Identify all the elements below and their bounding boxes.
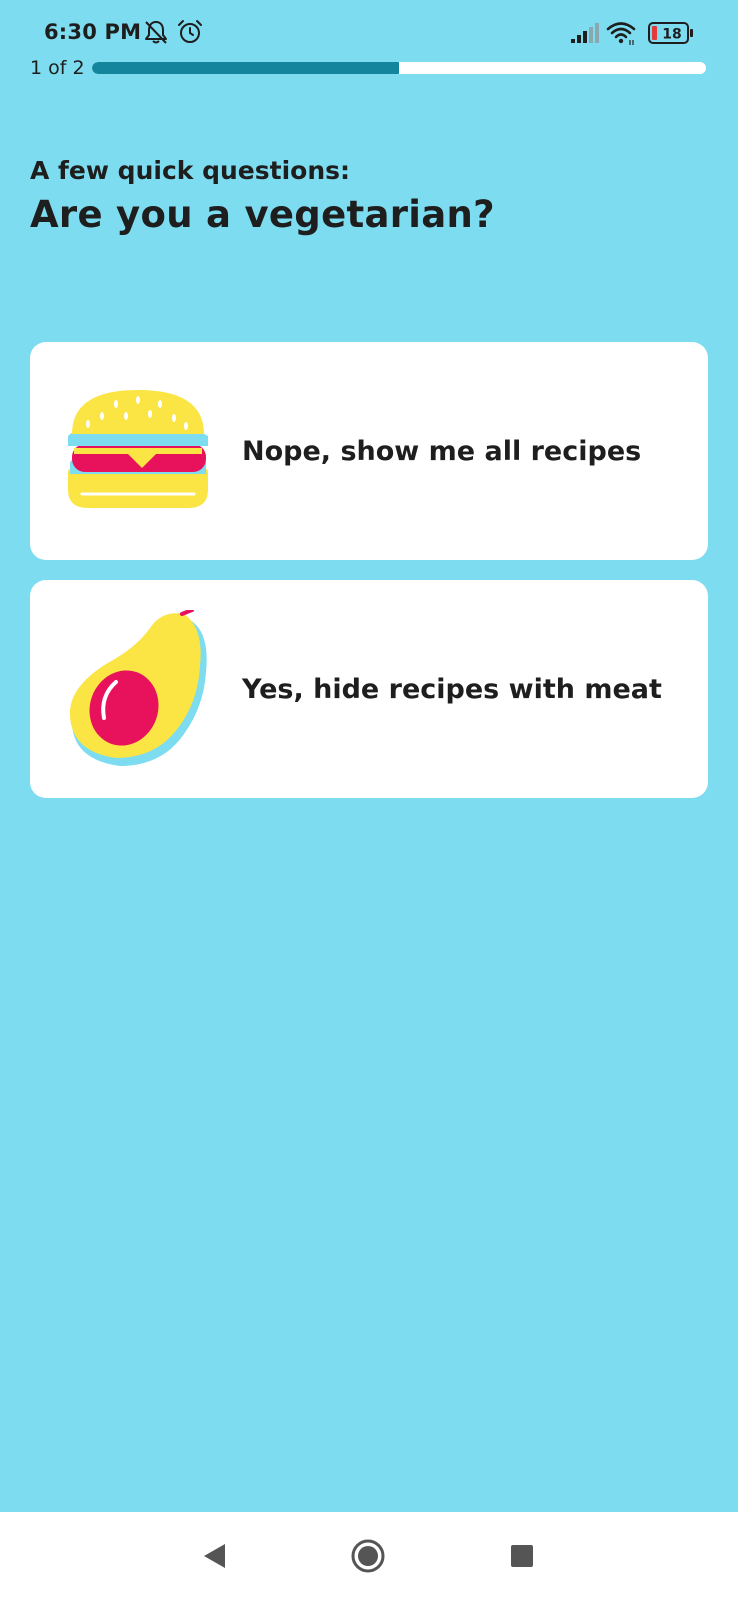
- burger-icon: [68, 390, 208, 508]
- home-icon: [351, 1539, 385, 1573]
- option-all-recipes[interactable]: Nope, show me all recipes: [30, 342, 708, 560]
- page-title: Are you a vegetarian?: [30, 193, 495, 236]
- progress-indicator: 1 of 2: [28, 56, 710, 84]
- option-hide-meat[interactable]: Yes, hide recipes with meat: [30, 580, 708, 798]
- alarm-icon: [178, 20, 202, 43]
- progress-bar: [92, 62, 706, 74]
- recents-icon: [511, 1545, 533, 1567]
- battery-icon: 18: [648, 22, 693, 44]
- back-icon: [204, 1544, 225, 1568]
- wifi-icon: [606, 22, 636, 45]
- back-button[interactable]: [192, 1534, 236, 1578]
- status-time: 6:30 PM: [44, 20, 142, 44]
- battery-level: 18: [662, 27, 681, 43]
- option-all-recipes-label: Nope, show me all recipes: [242, 435, 642, 467]
- status-bar: 6:30 PM 18: [0, 0, 738, 56]
- signal-icon: [571, 23, 599, 43]
- page-subtitle: A few quick questions:: [30, 156, 350, 185]
- bell-off-icon: [145, 21, 167, 44]
- progress-label: 1 of 2: [30, 57, 85, 79]
- system-nav-bar: [0, 1512, 738, 1600]
- avocado-icon: [69, 610, 207, 766]
- progress-fill: [92, 62, 399, 74]
- recents-button[interactable]: [500, 1534, 544, 1578]
- home-button[interactable]: [346, 1534, 390, 1578]
- option-hide-meat-label: Yes, hide recipes with meat: [242, 673, 662, 705]
